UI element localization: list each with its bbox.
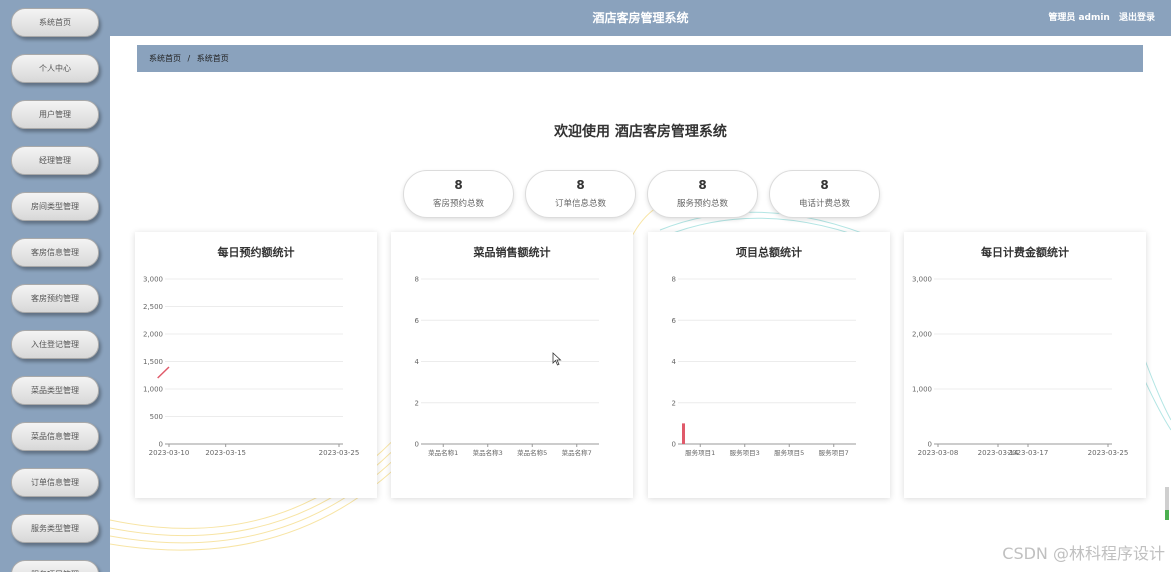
y-tick-label: 1,000 bbox=[912, 386, 932, 394]
sidebar: 系统首页个人中心用户管理经理管理房间类型管理 客房信息管理 客房预约管理 入住登记管理… bbox=[0, 0, 110, 572]
x-tick-label: 2023-03-25 bbox=[1088, 449, 1129, 457]
y-tick-label: 3,000 bbox=[143, 276, 163, 284]
y-tick-label: 2,000 bbox=[912, 331, 932, 339]
stat-card-service-bookings: 8 服务预约总数 bbox=[647, 170, 758, 218]
user-label: 管理员 admin bbox=[1048, 13, 1110, 23]
welcome-heading: 欢迎使用 酒店客房管理系统 bbox=[554, 124, 727, 140]
y-tick-label: 2 bbox=[415, 399, 419, 407]
scrollbar[interactable] bbox=[1165, 487, 1169, 520]
y-tick-label: 4 bbox=[415, 358, 420, 366]
sidebar-item-7[interactable]: 入住登记管理 bbox=[11, 330, 99, 359]
sidebar-item-1[interactable]: 个人中心 bbox=[11, 54, 99, 83]
chart-daily-billing: 01,0002,0003,0002023-03-08 2023-03-142023… bbox=[912, 276, 1129, 458]
y-tick-label: 2,000 bbox=[143, 331, 163, 339]
x-tick-label: 2023-03-10 bbox=[149, 449, 190, 457]
y-tick-label: 0 bbox=[928, 441, 932, 449]
y-tick-label: 3,000 bbox=[912, 276, 932, 284]
y-tick-label: 6 bbox=[672, 317, 677, 325]
sidebar-item-10[interactable]: 订单信息管理 bbox=[11, 468, 99, 497]
y-tick-label: 1,500 bbox=[143, 358, 163, 366]
stat-label: 服务预约总数 bbox=[676, 199, 728, 209]
y-tick-label: 6 bbox=[415, 317, 420, 325]
sidebar-item-11[interactable]: 服务类型管理 bbox=[11, 514, 99, 543]
x-tick-label: 菜品名称3 bbox=[473, 448, 503, 457]
series-line bbox=[157, 366, 170, 379]
stat-card-orders: 8 订单信息总数 bbox=[525, 170, 636, 218]
y-tick-label: 500 bbox=[150, 413, 163, 421]
stat-value: 8 bbox=[698, 178, 707, 192]
x-tick-label: 服务项目3 bbox=[730, 448, 760, 457]
chart-daily-booking: 0 500 1,000 1,500 2,000 2,500 3,000 2023-03-10 2… bbox=[143, 276, 360, 458]
chart-card-dish-sales: 菜品销售额统计 0 2 4 6 8 菜品名称1 菜品名称3 菜品名称5 菜品名称7 bbox=[391, 232, 633, 498]
x-tick-label: 2023-03-17 bbox=[1008, 449, 1049, 457]
sidebar-item-5[interactable]: 客房信息管理 bbox=[11, 238, 99, 267]
breadcrumb: 系统首页 / 系统首页 bbox=[137, 45, 1143, 72]
sidebar-item-3[interactable]: 经理管理 bbox=[11, 146, 99, 175]
x-tick-label: 服务项目1 bbox=[685, 448, 715, 457]
logout-link[interactable]: 退出登录 bbox=[1119, 13, 1155, 23]
y-tick-label: 2,500 bbox=[143, 303, 163, 311]
stat-card-room-bookings: 8 客房预约总数 bbox=[403, 170, 514, 218]
x-tick-label: 2023-03-08 bbox=[918, 449, 959, 457]
breadcrumb-separator: / bbox=[187, 54, 191, 63]
watermark: CSDN @林科程序设计 bbox=[1002, 544, 1165, 563]
chart-project-total: 0 2 4 6 8 服务项目1 服务项目3 服务项目5 服务项目7 bbox=[672, 276, 856, 457]
chart-card-daily-billing: 每日计费金额统计 0 1,000 2,000 3,000 2023-03-08 2023-… bbox=[904, 232, 1146, 498]
chart-card-daily-booking: 每日预约额统计 0 500 1,000 1,500 2,000 2,500 3,000 202… bbox=[135, 232, 377, 498]
sidebar-item-2[interactable]: 用户管理 bbox=[11, 100, 99, 129]
stat-label: 客房预约总数 bbox=[432, 199, 484, 209]
top-header: 酒店客房管理系统 管理员 admin 退出登录 bbox=[110, 0, 1171, 36]
y-tick-label: 8 bbox=[415, 276, 419, 284]
stat-card-phone-billing: 8 电话计费总数 bbox=[769, 170, 880, 218]
x-tick-label: 菜品名称1 bbox=[428, 448, 458, 457]
x-tick-label: 菜品名称5 bbox=[517, 448, 547, 457]
y-tick-label: 8 bbox=[672, 276, 676, 284]
stat-value: 8 bbox=[576, 178, 585, 192]
breadcrumb-current: 系统首页 bbox=[196, 54, 229, 63]
sidebar-item-4[interactable]: 房间类型管理 bbox=[11, 192, 99, 221]
stat-label: 电话计费总数 bbox=[798, 199, 850, 209]
x-tick-label: 2023-03-15 bbox=[205, 449, 246, 457]
x-tick-label: 服务项目7 bbox=[819, 448, 849, 457]
stat-value: 8 bbox=[454, 178, 463, 192]
y-tick-label: 0 bbox=[672, 441, 676, 449]
app-title: 酒店客房管理系统 bbox=[592, 11, 689, 25]
mouse-cursor-icon bbox=[552, 352, 562, 366]
stat-label: 订单信息总数 bbox=[554, 199, 606, 209]
x-tick-label: 菜品名称7 bbox=[562, 448, 592, 457]
y-tick-label: 1,000 bbox=[143, 386, 163, 394]
bar bbox=[682, 423, 685, 444]
sidebar-item-0[interactable]: 系统首页 bbox=[11, 8, 99, 37]
scrollbar-thumb[interactable] bbox=[1165, 510, 1169, 520]
stat-value: 8 bbox=[820, 178, 829, 192]
breadcrumb-home[interactable]: 系统首页 bbox=[149, 54, 181, 63]
x-tick-label: 2023-03-25 bbox=[319, 449, 360, 457]
chart-dish-sales: 0 2 4 6 8 菜品名称1 菜品名称3 菜品名称5 菜品名称7 bbox=[415, 276, 599, 457]
sidebar-item-9[interactable]: 菜品信息管理 bbox=[11, 422, 99, 451]
user-area: 管理员 admin 退出登录 bbox=[1048, 0, 1155, 36]
sidebar-item-6[interactable]: 客房预约管理 bbox=[11, 284, 99, 313]
y-tick-label: 2 bbox=[672, 399, 676, 407]
chart-card-project-total: 项目总额统计 0 2 4 6 8 服务项目1 服务项目3 服务项目5 服务项目7 bbox=[648, 232, 890, 498]
y-tick-label: 0 bbox=[159, 441, 163, 449]
y-tick-label: 4 bbox=[672, 358, 677, 366]
y-tick-label: 0 bbox=[415, 441, 419, 449]
x-tick-label: 服务项目5 bbox=[774, 448, 804, 457]
sidebar-item-8[interactable]: 菜品类型管理 bbox=[11, 376, 99, 405]
sidebar-item-12[interactable]: 服务项目管理 bbox=[11, 560, 99, 572]
